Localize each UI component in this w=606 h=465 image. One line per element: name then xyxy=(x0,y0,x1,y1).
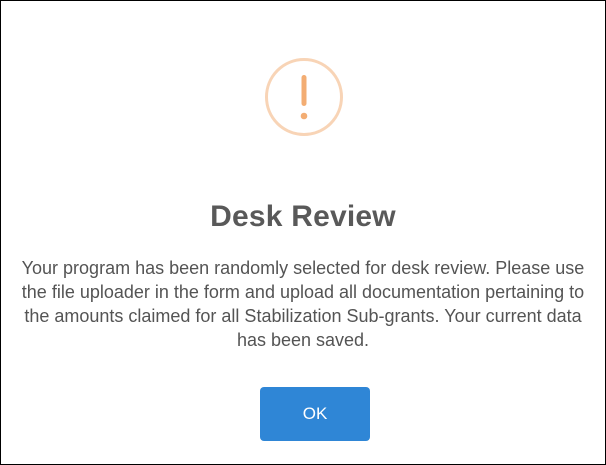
dialog-message: Your program has been randomly selected … xyxy=(21,258,585,350)
dialog-title: Desk Review xyxy=(210,200,396,233)
ok-button[interactable]: OK xyxy=(260,387,370,441)
warning-exclamation-icon xyxy=(265,58,343,136)
desk-review-dialog: Desk Review Your program has been random… xyxy=(0,0,606,465)
